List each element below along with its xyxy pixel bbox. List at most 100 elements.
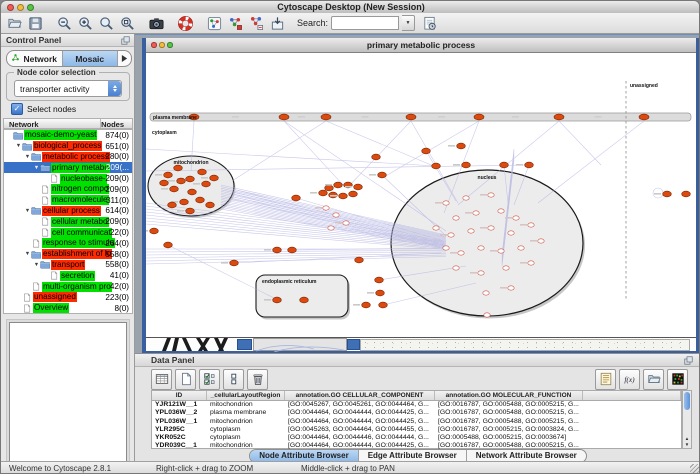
network-node[interactable] [503,266,509,270]
network-node[interactable] [160,180,169,186]
network-node[interactable] [508,231,514,235]
network-overview-icon[interactable] [205,14,223,32]
select-attributes-icon[interactable] [199,369,220,390]
table-column-header[interactable]: annotation.GO CELLULAR_COMPONENT [285,391,435,400]
unselect-attributes-icon[interactable] [223,369,244,390]
network-node[interactable] [339,193,348,199]
network-node[interactable] [406,114,416,120]
resize-grip[interactable] [690,464,699,473]
network-node[interactable] [230,260,239,266]
tree-expand-icon[interactable]: ▼ [24,208,31,214]
table-column-header[interactable]: ID [152,391,207,400]
open-icon[interactable] [5,14,23,32]
float-panel-icon[interactable] [121,36,130,45]
search-dropdown-arrow[interactable]: ▼ [402,15,415,31]
network-node[interactable] [164,242,173,248]
network-node[interactable] [177,178,186,184]
tree-expand-icon[interactable]: ▼ [24,154,31,160]
node-color-dropdown[interactable]: transporter activity [14,80,122,97]
network-node[interactable] [538,239,544,243]
tree-row[interactable]: Overview8(0) [4,303,132,314]
tree-row[interactable]: ▼establishment of lo558(0) [4,249,132,260]
network-node[interactable] [354,184,363,190]
tree-row[interactable]: ▼transport558(0) [4,260,132,271]
network-node[interactable] [639,114,649,120]
network-node[interactable] [528,261,534,265]
scrollbar-thumb[interactable] [684,392,690,410]
network-node[interactable] [518,246,524,250]
network-node[interactable] [355,257,364,263]
network-node[interactable] [210,175,219,181]
network-node[interactable] [554,114,564,120]
network-node[interactable] [448,233,454,237]
network-node[interactable] [478,271,484,275]
network-node[interactable] [528,223,534,227]
network-node[interactable] [186,176,195,182]
network-node[interactable] [478,246,484,250]
network-node[interactable] [206,202,215,208]
network-node[interactable] [292,195,301,201]
table-row[interactable]: YPL036W__2plasma membrane[GO:0044464, GO… [152,409,681,417]
network-node[interactable] [349,191,358,197]
tree-row[interactable]: response to stimulu264(0) [4,238,132,249]
network-node[interactable] [498,249,504,253]
network-node[interactable] [343,221,349,225]
network-node[interactable] [170,186,179,192]
network-node[interactable] [462,162,471,168]
tab-overflow-arrow-icon[interactable] [118,51,131,66]
tree-row[interactable]: nucleobase-209(0) [4,173,132,184]
network-node[interactable] [379,302,388,308]
network-node[interactable] [150,228,159,234]
tree-row[interactable]: multi-organism pro42(0) [4,281,132,292]
tab-mosaic[interactable]: Mosaic [63,51,119,66]
zoom-fit-icon[interactable] [118,14,136,32]
table-column-header[interactable]: _cellularLayoutRegion [207,391,285,400]
network-node[interactable] [334,182,343,188]
table-column-header[interactable]: annotation.GO MOLECULAR_FUNCTION [435,391,583,400]
network-node[interactable] [458,251,464,255]
search-input[interactable] [331,16,399,30]
zoom-actual-icon[interactable] [97,14,115,32]
snapshot-icon[interactable] [147,14,165,32]
network-node[interactable] [433,226,439,230]
network-node[interactable] [196,197,205,203]
tree-row[interactable]: ▼cellular process614(0) [4,206,132,217]
network-node[interactable] [525,162,534,168]
select-nodes-checkbox[interactable]: ✓ [11,103,23,115]
vizmapper-icon[interactable] [226,14,244,32]
network-node[interactable] [375,277,384,283]
network-node[interactable] [453,266,459,270]
network-node[interactable] [378,172,387,178]
table-row[interactable]: YLR295Ccytoplasm[GO:0045263, GO:0044464,… [152,426,681,434]
help-icon[interactable] [176,14,194,32]
attribute-table-scrollbar[interactable]: ▲ ▼ [682,390,692,449]
network-node[interactable] [453,216,459,220]
network-node[interactable] [319,190,328,196]
tree-row[interactable]: ▼metabolic process280(0) [4,152,132,163]
tree-expand-icon[interactable]: ▼ [15,143,22,149]
network-node[interactable] [168,202,177,208]
delete-attribute-icon[interactable] [247,369,268,390]
tree-row[interactable]: cellular metabo209(0) [4,216,132,227]
import-network-icon[interactable] [268,14,286,32]
network-node[interactable] [488,226,494,230]
network-node[interactable] [457,143,466,149]
tree-expand-icon[interactable]: ▼ [33,262,40,268]
tree-row[interactable]: ▼primary metabo209(... [4,162,132,173]
network-node[interactable] [186,208,195,214]
network-node[interactable] [484,313,490,317]
filter-icon[interactable] [247,14,265,32]
network-node[interactable] [473,211,479,215]
zoom-out-icon[interactable] [55,14,73,32]
network-node[interactable] [498,209,504,213]
network-node[interactable] [202,181,211,187]
annotation-icon[interactable] [420,14,438,32]
network-canvas[interactable]: plasma membranecytoplasmmitochondrionnuc… [146,53,696,337]
network-node[interactable] [422,148,431,154]
tree-row[interactable]: mosaic-demo-yeast874(0) [4,130,132,141]
tree-row[interactable]: cell communicat22(0) [4,227,132,238]
tree-row[interactable]: ▼biological_process651(0) [4,141,132,152]
network-node[interactable] [300,297,309,303]
network-node[interactable] [443,246,449,250]
network-node[interactable] [188,189,197,195]
